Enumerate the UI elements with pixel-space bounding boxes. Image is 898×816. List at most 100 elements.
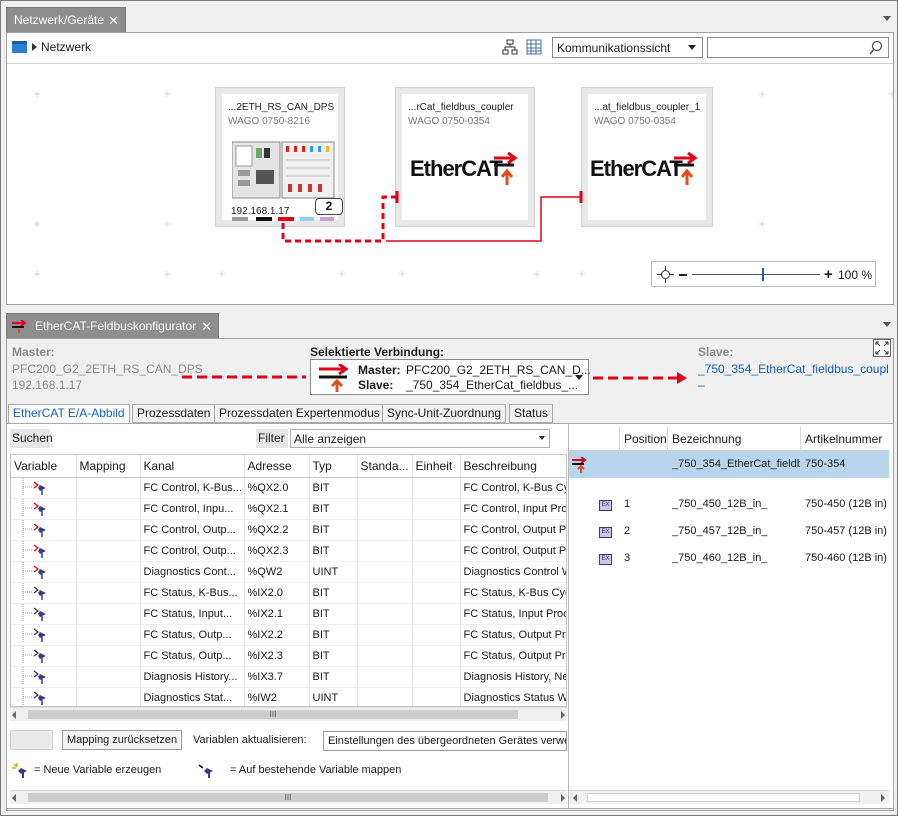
scroll-left-icon[interactable] [573, 794, 577, 802]
artikel-cell: 750-457 (12B in) [805, 525, 887, 537]
table-row[interactable]: FC Control, K-Bus... %QX2.0 BIT FC Control,… [11, 477, 566, 499]
table-row[interactable]: Diagnostics Stat... %IW2 UINT Diagnostics S… [11, 687, 566, 706]
variable-tree-icon [22, 624, 46, 642]
left-horizontal-scrollbar[interactable]: III [10, 790, 567, 804]
variable-cell[interactable] [11, 582, 77, 604]
scroll-right-icon[interactable] [561, 711, 565, 719]
scroll-left-icon[interactable] [12, 711, 16, 719]
view-select[interactable]: Kommunikationssicht [552, 37, 703, 58]
variable-cell[interactable] [11, 540, 77, 562]
column-header[interactable]: Variable [11, 455, 77, 478]
module-row[interactable]: EX 1 _750_450_12B_in_ 750-450 (12B in) [569, 491, 889, 518]
variable-cell[interactable] [11, 561, 77, 583]
column-header[interactable]: Adresse [244, 455, 310, 478]
close-icon[interactable]: ✕ [201, 314, 212, 339]
variable-cell[interactable] [11, 498, 77, 520]
tab-ethercat-configurator[interactable]: EtherCAT-Feldbuskonfigurator ✕ [6, 313, 219, 338]
tab-prozessdaten[interactable]: Prozessdaten [132, 404, 216, 423]
table-row[interactable]: FC Control, Outp... %QX2.3 BIT FC Control, … [11, 540, 566, 562]
ethercat-logo: EtherCAT [590, 156, 683, 181]
table-row[interactable]: FC Status, K-Bus... %IX2.0 BIT FC Status, K… [11, 582, 566, 604]
mapping-cell[interactable] [76, 498, 141, 520]
search-input[interactable] [707, 37, 889, 58]
table-row[interactable]: FC Control, Outp... %QX2.2 BIT FC Control, … [11, 519, 566, 541]
module-row[interactable]: _750_354_EtherCat_fieldbus_coupler 750-35… [569, 451, 889, 478]
module-row[interactable]: EX 3 _750_460_12B_in_ 750-460 (12B in) [569, 545, 889, 572]
scrollbar-thumb[interactable]: III [28, 710, 518, 719]
fit-to-screen-icon[interactable] [657, 266, 674, 283]
zoom-in-icon[interactable]: + [824, 267, 833, 282]
connection-select[interactable]: Master: PFC200_G2_2ETH_RS_CAN_D... Slave… [310, 359, 591, 395]
column-header[interactable]: Einheit [412, 455, 461, 478]
tab-ethercat-ea-abbild[interactable]: EtherCAT E/A-Abbild [8, 404, 130, 424]
mapping-cell[interactable] [76, 687, 141, 706]
filter-select[interactable]: Alle anzeigen [290, 429, 550, 448]
variable-cell[interactable] [11, 603, 77, 625]
legend-map-variable: = Auf bestehende Variable mappen [230, 764, 402, 776]
artikel-cell: 750-460 (12B in) [805, 552, 887, 564]
tab-prozessdaten-expertenmodus[interactable]: Prozessdaten Expertenmodus [214, 404, 385, 423]
table-row[interactable]: FC Status, Outp... %IX2.2 BIT FC Status, Ou… [11, 624, 566, 646]
mapping-cell[interactable] [76, 582, 141, 604]
scrollbar-track[interactable] [587, 793, 860, 802]
variable-cell[interactable] [11, 477, 77, 499]
variable-cell[interactable] [11, 645, 77, 667]
mapping-cell[interactable] [76, 603, 141, 625]
update-variables-select[interactable]: Einstellungen des übergeordneten Gerätes… [323, 731, 567, 751]
scrollbar-thumb[interactable]: III [28, 793, 548, 802]
variable-cell[interactable] [11, 687, 77, 706]
adresse-cell: %IW2 [244, 687, 310, 706]
tab-netzwerk-geraete[interactable]: Netzwerk/Geräte ✕ [6, 7, 126, 32]
close-icon[interactable]: ✕ [108, 8, 119, 33]
table-row[interactable]: FC Control, Inpu... %QX2.1 BIT FC Control, … [11, 498, 566, 520]
column-header[interactable]: Beschreibung [460, 455, 566, 478]
chevron-down-icon[interactable] [883, 322, 891, 327]
mapping-cell[interactable] [76, 519, 141, 541]
table-row[interactable]: Diagnostics Cont... %QW2 UINT Diagnostics C… [11, 561, 566, 583]
variable-cell[interactable] [11, 519, 77, 541]
expand-icon[interactable] [873, 339, 891, 357]
tab-sync-unit-zuordnung[interactable]: Sync-Unit-Zuordnung [382, 404, 507, 423]
standard-cell [357, 498, 413, 520]
scroll-left-icon[interactable] [12, 794, 16, 802]
slave-name-link[interactable]: _750_354_EtherCat_fieldbus_coupler [698, 362, 888, 376]
zoom-out-icon[interactable] [679, 274, 687, 276]
scroll-right-icon[interactable] [881, 794, 885, 802]
zoom-slider[interactable] [692, 268, 820, 281]
kanal-cell: FC Status, Outp... [140, 645, 245, 667]
table-row[interactable]: FC Status, Input... %IX2.1 BIT FC Status, I… [11, 603, 566, 625]
table-view-icon[interactable] [526, 39, 542, 55]
mapping-cell[interactable] [76, 624, 141, 646]
right-horizontal-scrollbar[interactable] [569, 790, 889, 804]
variable-cell[interactable] [11, 624, 77, 646]
column-header[interactable]: Mapping [76, 455, 141, 478]
module-row[interactable]: EX 2 _750_457_12B_in_ 750-457 (12B in) [569, 518, 889, 545]
mapping-cell[interactable] [76, 666, 141, 688]
chevron-down-icon[interactable] [883, 16, 891, 21]
ethercat-logo: EtherCAT [410, 156, 503, 181]
mapping-cell[interactable] [76, 561, 141, 583]
mapping-cell[interactable] [76, 645, 141, 667]
mapping-reset-button[interactable]: Mapping zurücksetzen [62, 730, 183, 750]
table-row[interactable]: Diagnosis History... %IX3.7 BIT Diagnosis H… [11, 666, 566, 688]
scroll-right-icon[interactable] [561, 794, 565, 802]
mapping-cell[interactable] [76, 477, 141, 499]
column-header[interactable]: Position [624, 432, 667, 446]
variable-cell[interactable] [11, 666, 77, 688]
topology-view-icon[interactable] [502, 39, 518, 55]
search-button[interactable]: Suchen [10, 429, 53, 448]
column-header[interactable]: Typ [309, 455, 358, 478]
table-row[interactable]: FC Status, Outp... %IX2.3 BIT FC Status, Ou… [11, 645, 566, 667]
column-header[interactable]: Bezeichnung [672, 432, 741, 446]
zoom-slider-thumb[interactable] [762, 268, 765, 281]
breadcrumb[interactable]: Netzwerk [41, 40, 91, 54]
io-horizontal-scrollbar[interactable]: III [10, 707, 567, 721]
column-header[interactable]: Standa... [357, 455, 413, 478]
tab-status[interactable]: Status [509, 404, 554, 423]
standard-cell [357, 519, 413, 541]
column-header[interactable]: Artikelnummer [805, 432, 882, 446]
device-node-coupler-1[interactable]: ...at_fieldbus_coupler_1 WAGO 0750-0354 … [581, 87, 713, 227]
column-header[interactable]: Kanal [140, 455, 245, 478]
mapping-cell[interactable] [76, 540, 141, 562]
search-icon[interactable] [868, 40, 884, 56]
